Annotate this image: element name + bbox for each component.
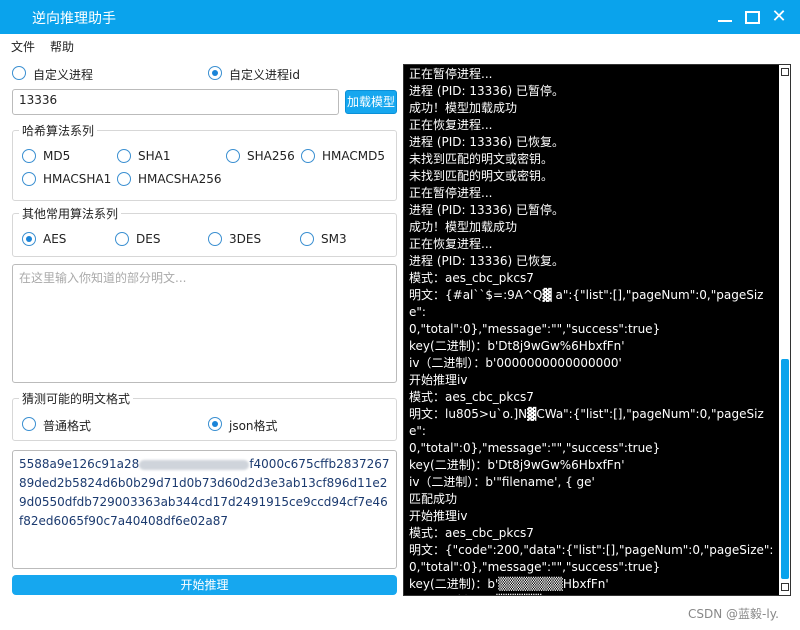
radio-sm3-label: SM3 xyxy=(321,232,347,246)
radio-custom-pid[interactable] xyxy=(208,66,222,80)
load-model-button[interactable]: 加载模型 xyxy=(345,90,397,114)
console-line: 0,"total":0},"message":"","success":true… xyxy=(409,322,661,336)
title-bar: 逆向推理助手 ✕ xyxy=(0,0,800,34)
radio-3des-label: 3DES xyxy=(229,232,262,246)
console-line: 进程 (PID: 13336) 已恢复。 xyxy=(409,254,565,268)
console-line: 0,"total":0},"message":"","success":true… xyxy=(409,560,661,574)
plaintext-input[interactable]: 在这里输入你知道的部分明文... xyxy=(12,264,397,383)
console-lines: 正在暂停进程... 进程 (PID: 13336) 已暂停。 成功！模型加载成功 正在… xyxy=(409,66,777,595)
console-line: 匹配成功 xyxy=(409,492,458,506)
ciphertext-line1-end: f4000c675cff xyxy=(249,457,329,471)
console-line: 明文：{"code":200,"data":{"list":[],"pageNu… xyxy=(409,543,774,557)
menu-bar: 文件 帮助 xyxy=(0,34,800,56)
radio-hmacsha256[interactable] xyxy=(117,172,131,186)
console-line: iv（二进制）：b'0000000000000000' xyxy=(409,356,622,370)
radio-sm3[interactable] xyxy=(300,232,314,246)
minimize-icon[interactable] xyxy=(716,8,734,26)
plaintext-placeholder: 在这里输入你知道的部分明文... xyxy=(19,271,187,285)
console-line: 明文：{#al``$=:9A^Q▓ a":{"list":[],"pageNum… xyxy=(409,288,764,319)
radio-custom-pid-label: 自定义进程id xyxy=(229,68,300,82)
scroll-thumb[interactable] xyxy=(781,359,789,579)
console-line: 成功！模型加载成功 xyxy=(409,101,518,115)
ciphertext-start: 5588a9e126c91a28 xyxy=(19,457,140,471)
console-line: key(二进制)：b'▒▒▒▒▒▒▒HbxfFn' xyxy=(409,577,609,591)
radio-hmacsha256-label: HMACSHA256 xyxy=(138,172,222,186)
other-group-title: 其他常用算法系列 xyxy=(19,205,122,222)
console-line: 正在恢复进程... xyxy=(409,118,493,132)
hash-group-title: 哈希算法系列 xyxy=(19,122,98,139)
hash-algorithm-group xyxy=(12,130,397,201)
radio-md5-label: MD5 xyxy=(43,149,71,163)
radio-json-format[interactable] xyxy=(208,417,222,431)
radio-normal-format-label: 普通格式 xyxy=(43,419,92,433)
console-line: iv（二进制）：b'▒▒▒▒▒789ABCDEF' xyxy=(409,593,777,595)
console-line: 进程 (PID: 13336) 已暂停。 xyxy=(409,84,565,98)
radio-3des[interactable] xyxy=(208,232,222,246)
radio-custom-process-label: 自定义进程 xyxy=(33,68,94,82)
radio-custom-process[interactable] xyxy=(12,66,26,80)
console-scrollbar[interactable] xyxy=(779,65,790,595)
console-line: 进程 (PID: 13336) 已恢复。 xyxy=(409,135,565,149)
radio-hmacsha1[interactable] xyxy=(22,172,36,186)
scroll-down-icon[interactable] xyxy=(781,583,789,591)
start-inference-button[interactable]: 开始推理 xyxy=(12,575,397,595)
console-line: iv（二进制）：b'"filename', { ge' xyxy=(409,475,595,489)
radio-sha256-label: SHA256 xyxy=(247,149,295,163)
console-line: 开始推理iv xyxy=(409,373,468,387)
console-line: key(二进制)：b'Dt8j9wGw%6HbxfFn' xyxy=(409,458,625,472)
console-line: 开始推理iv xyxy=(409,509,468,523)
console-line: 模式：aes_cbc_pkcs7 xyxy=(409,526,534,540)
menu-help[interactable]: 帮助 xyxy=(50,38,74,55)
redacted-blur xyxy=(139,459,250,470)
console-line: 成功！模型加载成功 xyxy=(409,220,518,234)
format-group-title: 猜测可能的明文格式 xyxy=(19,390,134,407)
close-icon[interactable]: ✕ xyxy=(770,8,788,26)
radio-hmacsha1-label: HMACSHA1 xyxy=(43,172,112,186)
radio-des-label: DES xyxy=(136,232,161,246)
ciphertext-input[interactable]: 5588a9e126c91a28 f4000c675cffb283726789de… xyxy=(12,450,397,569)
radio-aes-label: AES xyxy=(43,232,67,246)
radio-normal-format[interactable] xyxy=(22,417,36,431)
radio-sha1[interactable] xyxy=(117,149,131,163)
console-line: key(二进制)：b'Dt8j9wGw%6HbxfFn' xyxy=(409,339,625,353)
console-line: 明文：lu805>u`o.]N▓CWa":{"list":[],"pageNum… xyxy=(409,407,764,438)
console-line: 正在恢复进程... xyxy=(409,237,493,251)
radio-des[interactable] xyxy=(115,232,129,246)
radio-hmacmd5[interactable] xyxy=(301,149,315,163)
radio-sha256[interactable] xyxy=(226,149,240,163)
console-line: 正在暂停进程... xyxy=(409,186,493,200)
console-line: 0,"total":0},"message":"","success":true… xyxy=(409,441,661,455)
scroll-up-icon[interactable] xyxy=(781,68,789,76)
window-title: 逆向推理助手 xyxy=(32,11,116,27)
menu-file[interactable]: 文件 xyxy=(11,38,35,55)
pid-input[interactable]: 13336 xyxy=(12,89,339,115)
maximize-icon[interactable] xyxy=(743,8,761,26)
radio-aes[interactable] xyxy=(22,232,36,246)
watermark: CSDN @蓝毅-ly. xyxy=(688,607,779,621)
console-line: 未找到匹配的明文或密钥。 xyxy=(409,152,554,166)
console-line: 模式：aes_cbc_pkcs7 xyxy=(409,271,534,285)
radio-json-format-label: json格式 xyxy=(229,419,278,433)
console-output[interactable]: 正在暂停进程... 进程 (PID: 13336) 已暂停。 成功！模型加载成功 正在… xyxy=(403,64,791,596)
console-line: 正在暂停进程... xyxy=(409,67,493,81)
console-line: 未找到匹配的明文或密钥。 xyxy=(409,169,554,183)
console-line: 进程 (PID: 13336) 已暂停。 xyxy=(409,203,565,217)
radio-md5[interactable] xyxy=(22,149,36,163)
radio-sha1-label: SHA1 xyxy=(138,149,171,163)
radio-hmacmd5-label: HMACMD5 xyxy=(322,149,385,163)
console-line: 模式：aes_cbc_pkcs7 xyxy=(409,390,534,404)
